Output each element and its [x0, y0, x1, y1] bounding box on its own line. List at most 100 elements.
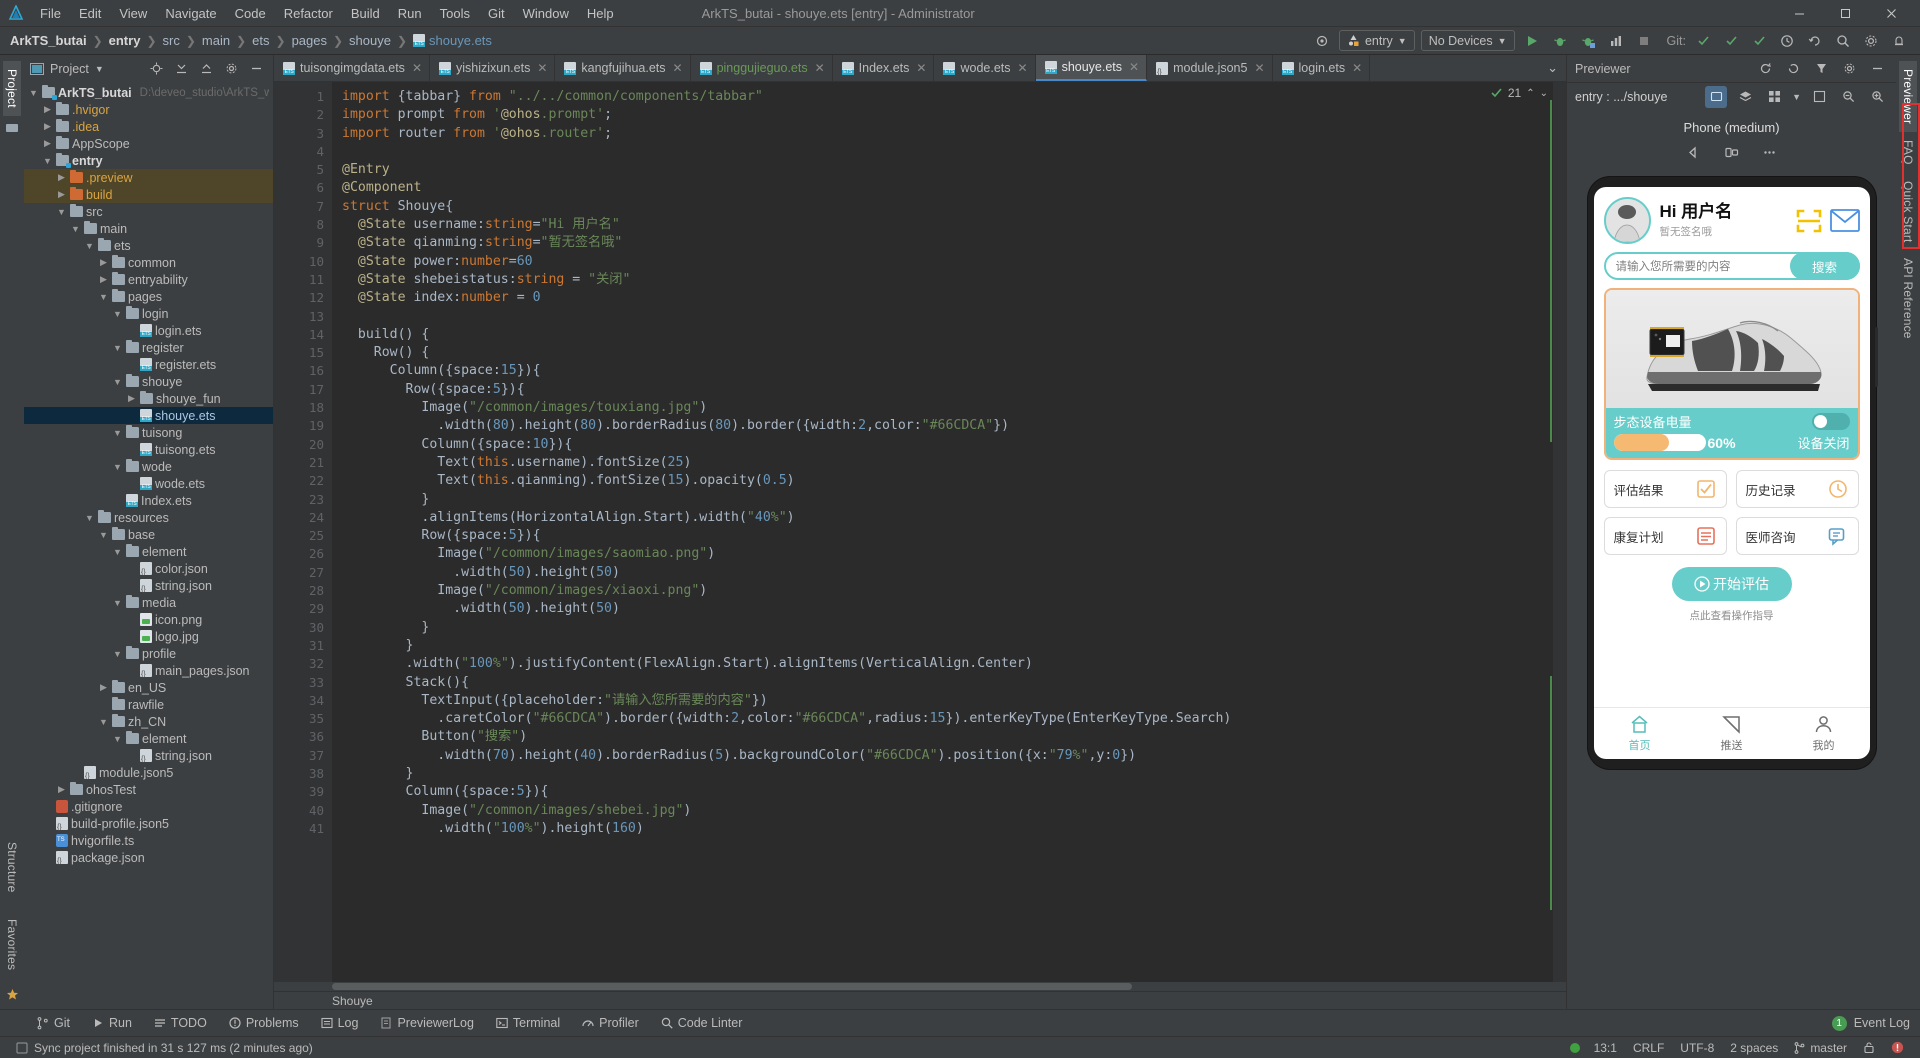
code-line[interactable]: Row({space:5}){: [342, 527, 1566, 545]
tree-row[interactable]: login.ets: [24, 322, 273, 339]
previewer-header-actions[interactable]: [1754, 58, 1888, 80]
menu-item-build[interactable]: Build: [343, 3, 388, 24]
device-toggle[interactable]: [1811, 413, 1850, 430]
editor-tab[interactable]: login.ets ✕: [1273, 55, 1371, 81]
rail-tab-project[interactable]: Project: [3, 61, 21, 116]
chevron-down-icon[interactable]: ▼: [112, 462, 123, 472]
project-panel-actions[interactable]: [145, 58, 267, 80]
editor-tab[interactable]: tuisongimgdata.ets ✕: [274, 55, 430, 81]
fit-screen-icon[interactable]: [1808, 86, 1830, 108]
previewer-settings-icon[interactable]: [1838, 58, 1860, 80]
inspector-icon[interactable]: [1705, 85, 1728, 108]
tree-row[interactable]: icon.png: [24, 611, 273, 628]
code-line[interactable]: .width("100%").height(160): [342, 820, 1566, 838]
code-line[interactable]: Text(this.qianming).fontSize(15).opacity…: [342, 472, 1566, 490]
code-line[interactable]: build() {: [342, 326, 1566, 344]
chevron-down-icon[interactable]: ▼: [112, 343, 123, 353]
chevron-down-icon[interactable]: ⌄: [1540, 88, 1548, 99]
tree-row[interactable]: ▶ AppScope: [24, 135, 273, 152]
menu-item-tools[interactable]: Tools: [432, 3, 478, 24]
chevron-down-icon[interactable]: ▼: [112, 309, 123, 319]
event-log-label[interactable]: Event Log: [1854, 1016, 1910, 1030]
feature-button[interactable]: 评估结果: [1603, 470, 1727, 508]
tree-row[interactable]: ▼ resources: [24, 509, 273, 526]
chevron-down-icon[interactable]: ▼: [98, 530, 109, 540]
bottom-tab-log[interactable]: Log: [310, 1016, 370, 1030]
breadcrumb-item-ets[interactable]: ets: [248, 32, 273, 49]
chevron-right-icon[interactable]: ▶: [42, 121, 53, 132]
error-icon[interactable]: [1883, 1041, 1912, 1054]
tree-row[interactable]: hvigorfile.ts: [24, 832, 273, 849]
refresh-icon[interactable]: [1754, 58, 1776, 80]
tree-row[interactable]: ▶ common: [24, 254, 273, 271]
chevron-down-icon[interactable]: ▼: [70, 224, 81, 234]
breadcrumb[interactable]: ArkTS_butai ❯ entry ❯ src ❯ main ❯ ets ❯ page…: [6, 32, 496, 49]
chevron-down-icon[interactable]: ▼: [95, 64, 104, 74]
tree-row[interactable]: string.json: [24, 747, 273, 764]
tree-row[interactable]: color.json: [24, 560, 273, 577]
orientation-icon[interactable]: [1717, 141, 1747, 163]
tree-row[interactable]: logo.jpg: [24, 628, 273, 645]
tree-row[interactable]: ▶ shouye_fun: [24, 390, 273, 407]
breadcrumb-item-entry[interactable]: entry: [105, 32, 145, 49]
menu-item-git[interactable]: Git: [480, 3, 513, 24]
close-tab-icon[interactable]: ✕: [537, 61, 547, 75]
code-line[interactable]: [342, 143, 1566, 161]
app-header-icons[interactable]: [1796, 208, 1860, 234]
tree-row[interactable]: ▼ pages: [24, 288, 273, 305]
chevron-down-icon[interactable]: ▼: [112, 377, 123, 387]
close-tab-icon[interactable]: ✕: [1254, 61, 1264, 75]
hide-panel-icon[interactable]: [245, 58, 267, 80]
left-tool-rail[interactable]: Project Structure Favorites: [0, 55, 24, 1009]
code-line[interactable]: Column({space:15}){: [342, 362, 1566, 380]
error-stripe-gutter[interactable]: [1553, 82, 1566, 982]
debug-attach-icon[interactable]: [1577, 30, 1599, 52]
tree-row[interactable]: ▼ shouye: [24, 373, 273, 390]
start-hint[interactable]: 点此查看操作指导: [1690, 608, 1774, 623]
chevron-down-icon[interactable]: ▼: [98, 717, 109, 727]
previewer-toolbar[interactable]: entry : .../shouye ▼: [1567, 82, 1896, 110]
lock-icon[interactable]: [1855, 1041, 1883, 1054]
breadcrumb-item-src[interactable]: src: [159, 32, 184, 49]
panel-settings-icon[interactable]: [220, 58, 242, 80]
bottom-tab-git[interactable]: Git: [26, 1016, 81, 1030]
editor-tab[interactable]: yishizixun.ets ✕: [430, 55, 556, 81]
menu-item-edit[interactable]: Edit: [71, 3, 109, 24]
tree-row[interactable]: ▼ register: [24, 339, 273, 356]
hide-previewer-icon[interactable]: [1866, 58, 1888, 80]
chevron-up-icon[interactable]: ⌃: [1526, 88, 1534, 99]
code-line[interactable]: }: [342, 491, 1566, 509]
chevron-down-icon[interactable]: ▼: [84, 241, 95, 251]
git-push-icon[interactable]: [1748, 30, 1770, 52]
code-line[interactable]: Stack(){: [342, 674, 1566, 692]
menu-item-code[interactable]: Code: [227, 3, 274, 24]
file-encoding[interactable]: UTF-8: [1672, 1041, 1722, 1055]
bottom-tab-run[interactable]: Run: [81, 1016, 143, 1030]
search-everywhere-icon[interactable]: [1832, 30, 1854, 52]
app-search-bar[interactable]: 请输入您所需要的内容 搜索: [1603, 252, 1860, 280]
left-rail-bottom[interactable]: Structure Favorites: [3, 834, 21, 1009]
horizontal-scrollbar[interactable]: [274, 982, 1566, 991]
tree-row[interactable]: ▼ zh_CN: [24, 713, 273, 730]
code-line[interactable]: Image("/common/images/xiaoxi.png"): [342, 582, 1566, 600]
editor-tab[interactable]: kangfujihua.ets ✕: [555, 55, 691, 81]
code-line[interactable]: }: [342, 637, 1566, 655]
close-tab-icon[interactable]: ✕: [1018, 61, 1028, 75]
code-line[interactable]: Column({space:5}){: [342, 783, 1566, 801]
code-line[interactable]: @State index:number = 0: [342, 289, 1566, 307]
tree-row[interactable]: ▶ ohosTest: [24, 781, 273, 798]
app-search-button[interactable]: 搜索: [1789, 252, 1860, 280]
code-line[interactable]: Text(this.username).fontSize(25): [342, 454, 1566, 472]
profiler-icon[interactable]: [1605, 30, 1627, 52]
breadcrumb-item-main[interactable]: main: [198, 32, 234, 49]
code-line[interactable]: Button("搜索"): [342, 728, 1566, 746]
rotate-left-icon[interactable]: [1679, 141, 1709, 163]
previewer-toolbar-actions[interactable]: ▼: [1705, 85, 1888, 108]
chevron-down-icon[interactable]: ▼: [112, 734, 123, 744]
chevron-right-icon[interactable]: ▶: [56, 784, 67, 795]
locate-file-icon[interactable]: [145, 58, 167, 80]
tree-row[interactable]: ▼ profile: [24, 645, 273, 662]
code-line[interactable]: Column({space:10}){: [342, 436, 1566, 454]
tree-row[interactable]: shouye.ets: [24, 407, 273, 424]
code-line[interactable]: @Component: [342, 179, 1566, 197]
